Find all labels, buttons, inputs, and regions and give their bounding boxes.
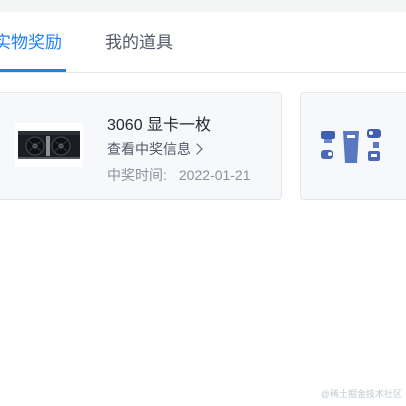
tab-my-items[interactable]: 我的道具	[105, 32, 173, 54]
prize-card[interactable]: 3060 显卡一枚 查看中奖信息 中奖时间: 2022-01-21	[0, 92, 282, 200]
tab-bar: 实物奖励 我的道具	[0, 12, 406, 73]
view-prize-info-link[interactable]: 查看中奖信息	[107, 139, 203, 159]
prize-card-2[interactable]	[300, 92, 406, 200]
chevron-right-icon	[191, 143, 203, 155]
top-band	[0, 0, 406, 12]
watermark: @稀土掘金技术社区	[320, 389, 402, 399]
active-tab-indicator	[0, 69, 66, 72]
prize-date: 中奖时间: 2022-01-21	[107, 165, 251, 185]
prize-link-label: 查看中奖信息	[107, 141, 191, 157]
graphics-card-icon	[15, 123, 83, 167]
prize-name: 3060 显卡一枚	[107, 117, 212, 134]
prize-date-value: 2022-01-21	[178, 167, 251, 183]
tab-physical-rewards[interactable]: 实物奖励	[0, 32, 62, 54]
merch-bundle-icon	[321, 129, 381, 163]
prize-date-label: 中奖时间:	[107, 167, 167, 183]
